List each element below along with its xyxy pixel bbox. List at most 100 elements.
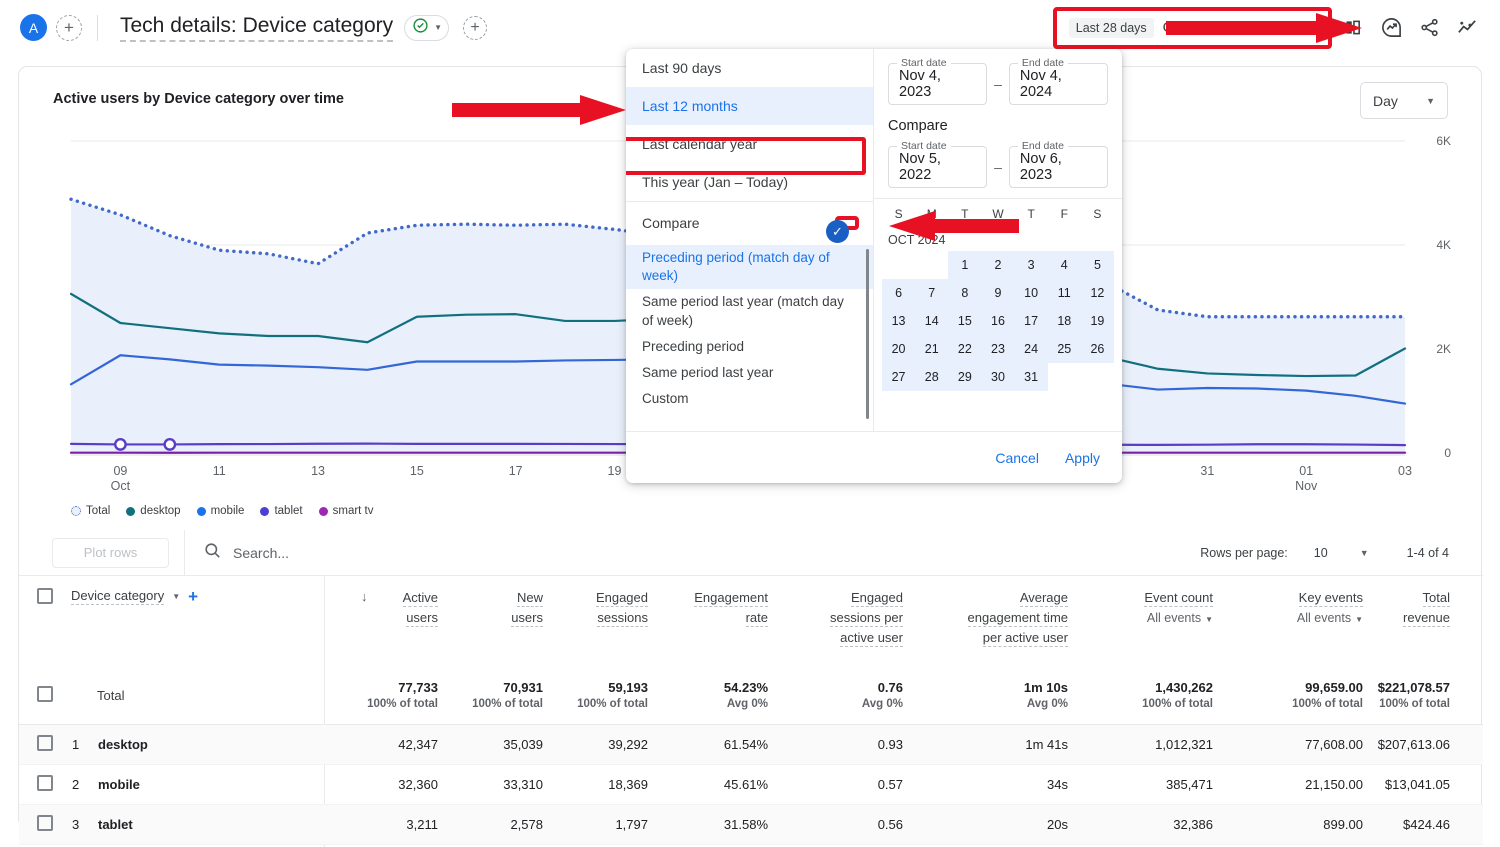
add-account-icon[interactable]: +	[56, 15, 82, 41]
trend-icon[interactable]	[1450, 11, 1484, 45]
table-row[interactable]: 3tablet3,2112,5781,79731.58%0.5620s32,38…	[19, 805, 1483, 845]
compare-option-preceding-period-match-day-of-week[interactable]: Preceding period (match day of week)	[626, 245, 873, 289]
calendar-day-24[interactable]: 24	[1015, 335, 1048, 363]
column-sub-filter[interactable]: All events▼	[1147, 611, 1213, 625]
row-checkbox[interactable]	[37, 775, 53, 791]
chevron-down-icon[interactable]: ▼	[434, 23, 442, 32]
row-checkbox[interactable]	[37, 735, 53, 751]
row-label[interactable]: mobile	[97, 765, 343, 805]
calendar-day-18[interactable]: 18	[1048, 307, 1081, 335]
legend-item-mobile[interactable]: mobile	[197, 505, 245, 517]
primary-end-date-field[interactable]: End date Nov 4, 2024	[1009, 63, 1108, 105]
search-input[interactable]: Search...	[203, 541, 289, 565]
calendar-day-6[interactable]: 6	[882, 279, 915, 307]
calendar-day-7[interactable]: 7	[915, 279, 948, 307]
preset-item-last-90-days[interactable]: Last 90 days	[626, 49, 873, 87]
calendar-day-3[interactable]: 3	[1015, 251, 1048, 279]
compare-option-same-period-last-year[interactable]: Same period last year	[626, 360, 873, 386]
column-header-engagement-rate[interactable]: Engagement rate	[648, 576, 768, 670]
legend-item-desktop[interactable]: desktop	[126, 505, 180, 517]
calendar-day-30[interactable]: 30	[981, 363, 1014, 391]
calendar-day-5[interactable]: 5	[1081, 251, 1114, 279]
column-header-avg-engagement-time[interactable]: Average engagement time per active user	[903, 576, 1068, 670]
comparison-end-date-field[interactable]: End date Nov 6, 2023	[1009, 146, 1108, 188]
calendar-day-22[interactable]: 22	[948, 335, 981, 363]
column-header-key-events[interactable]: Key events All events▼	[1213, 576, 1363, 670]
calendar-day-23[interactable]: 23	[981, 335, 1014, 363]
primary-start-date-field[interactable]: Start date Nov 4, 2023	[888, 63, 987, 105]
calendar-day-21[interactable]: 21	[915, 335, 948, 363]
calendar-day-13[interactable]: 13	[882, 307, 915, 335]
calendar-day-grid[interactable]: 1234567891011121314151617181920212223242…	[882, 251, 1114, 391]
date-range-picker-panel[interactable]: Last 90 daysLast 12 monthsLast calendar …	[626, 49, 1122, 483]
calendar-day-11[interactable]: 11	[1048, 279, 1081, 307]
preset-item-this-year-jan-today[interactable]: This year (Jan – Today)	[626, 163, 873, 201]
plot-rows-button[interactable]: Plot rows	[52, 538, 169, 568]
chart-title: Active users by Device category over tim…	[53, 91, 344, 107]
calendar-day-2[interactable]: 2	[981, 251, 1014, 279]
column-header-active-users[interactable]: ↓ Active users	[343, 576, 438, 670]
calendar-day-4[interactable]: 4	[1048, 251, 1081, 279]
comparison-start-date-field[interactable]: Start date Nov 5, 2022	[888, 146, 987, 188]
arrow-down-icon[interactable]: ↓	[361, 589, 368, 604]
calendar-day-8[interactable]: 8	[948, 279, 981, 307]
dimension-header-label[interactable]: Device category	[71, 588, 164, 605]
cell-0: 42,347	[343, 725, 438, 765]
legend-item-total[interactable]: Total	[71, 505, 110, 517]
calendar-day-12[interactable]: 12	[1081, 279, 1114, 307]
preset-item-last-calendar-year[interactable]: Last calendar year	[626, 125, 873, 163]
compare-option-same-period-last-year-match-day-of-week[interactable]: Same period last year (match day of week…	[626, 289, 873, 333]
preset-item-last-12-months[interactable]: Last 12 months	[626, 87, 873, 125]
share-icon[interactable]	[1412, 11, 1446, 45]
calendar-day-19[interactable]: 19	[1081, 307, 1114, 335]
row-label[interactable]: tablet	[97, 805, 343, 845]
chevron-down-icon[interactable]: ▼	[1360, 548, 1369, 558]
report-status-chip[interactable]: ▼	[404, 15, 449, 41]
cell-7: 21,150.00	[1213, 765, 1363, 805]
rows-per-page-value[interactable]: 10	[1314, 546, 1328, 560]
compare-option-preceding-period[interactable]: Preceding period	[626, 334, 873, 360]
apply-button[interactable]: Apply	[1065, 450, 1100, 466]
calendar-day-1[interactable]: 1	[948, 251, 981, 279]
calendar-day-14[interactable]: 14	[915, 307, 948, 335]
calendar-day-20[interactable]: 20	[882, 335, 915, 363]
avatar[interactable]: A	[20, 14, 47, 41]
row-checkbox[interactable]	[37, 686, 53, 702]
cancel-button[interactable]: Cancel	[995, 450, 1039, 466]
calendar-day-10[interactable]: 10	[1015, 279, 1048, 307]
add-comparison-icon[interactable]: +	[463, 16, 487, 40]
calendar-day-29[interactable]: 29	[948, 363, 981, 391]
column-header-event-count[interactable]: Event count All events▼	[1068, 576, 1213, 670]
calendar-day-31[interactable]: 31	[1015, 363, 1048, 391]
calendar-day-9[interactable]: 9	[981, 279, 1014, 307]
granularity-select[interactable]: Day ▼	[1360, 82, 1448, 119]
column-label-line1: Key events	[1299, 590, 1363, 607]
column-header-engaged-sessions[interactable]: Engaged sessions	[543, 576, 648, 670]
column-header-total-revenue[interactable]: Total revenue	[1363, 576, 1483, 670]
calendar-day-27[interactable]: 27	[882, 363, 915, 391]
compare-options-scrollbar[interactable]	[866, 249, 869, 419]
legend-item-tablet[interactable]: tablet	[260, 505, 302, 517]
row-checkbox[interactable]	[37, 815, 53, 831]
legend-item-smart-tv[interactable]: smart tv	[319, 505, 374, 517]
calendar-day-26[interactable]: 26	[1081, 335, 1114, 363]
chevron-down-icon[interactable]: ▼	[172, 592, 180, 601]
add-dimension-icon[interactable]: +	[188, 588, 198, 605]
select-all-checkbox[interactable]	[37, 588, 53, 604]
row-label[interactable]: desktop	[97, 725, 343, 765]
column-header-new-users[interactable]: New users	[438, 576, 543, 670]
calendar-day-25[interactable]: 25	[1048, 335, 1081, 363]
compare-row: Compare ✓	[626, 201, 873, 243]
calendar-day-17[interactable]: 17	[1015, 307, 1048, 335]
calendar-day-15[interactable]: 15	[948, 307, 981, 335]
column-sub-filter[interactable]: All events▼	[1297, 611, 1363, 625]
table-row[interactable]: 1desktop42,34735,03939,29261.54%0.931m 4…	[19, 725, 1483, 765]
table-row[interactable]: 2mobile32,36033,31018,36945.61%0.5734s38…	[19, 765, 1483, 805]
compare-option-custom[interactable]: Custom	[626, 386, 873, 412]
calendar-day-16[interactable]: 16	[981, 307, 1014, 335]
chevron-down-icon[interactable]: ▼	[1426, 96, 1435, 106]
column-label-line1: Active	[403, 590, 438, 607]
calendar-day-28[interactable]: 28	[915, 363, 948, 391]
column-header-engaged-sessions-per-user[interactable]: Engaged sessions per active user	[768, 576, 903, 670]
insights-icon[interactable]	[1374, 11, 1408, 45]
